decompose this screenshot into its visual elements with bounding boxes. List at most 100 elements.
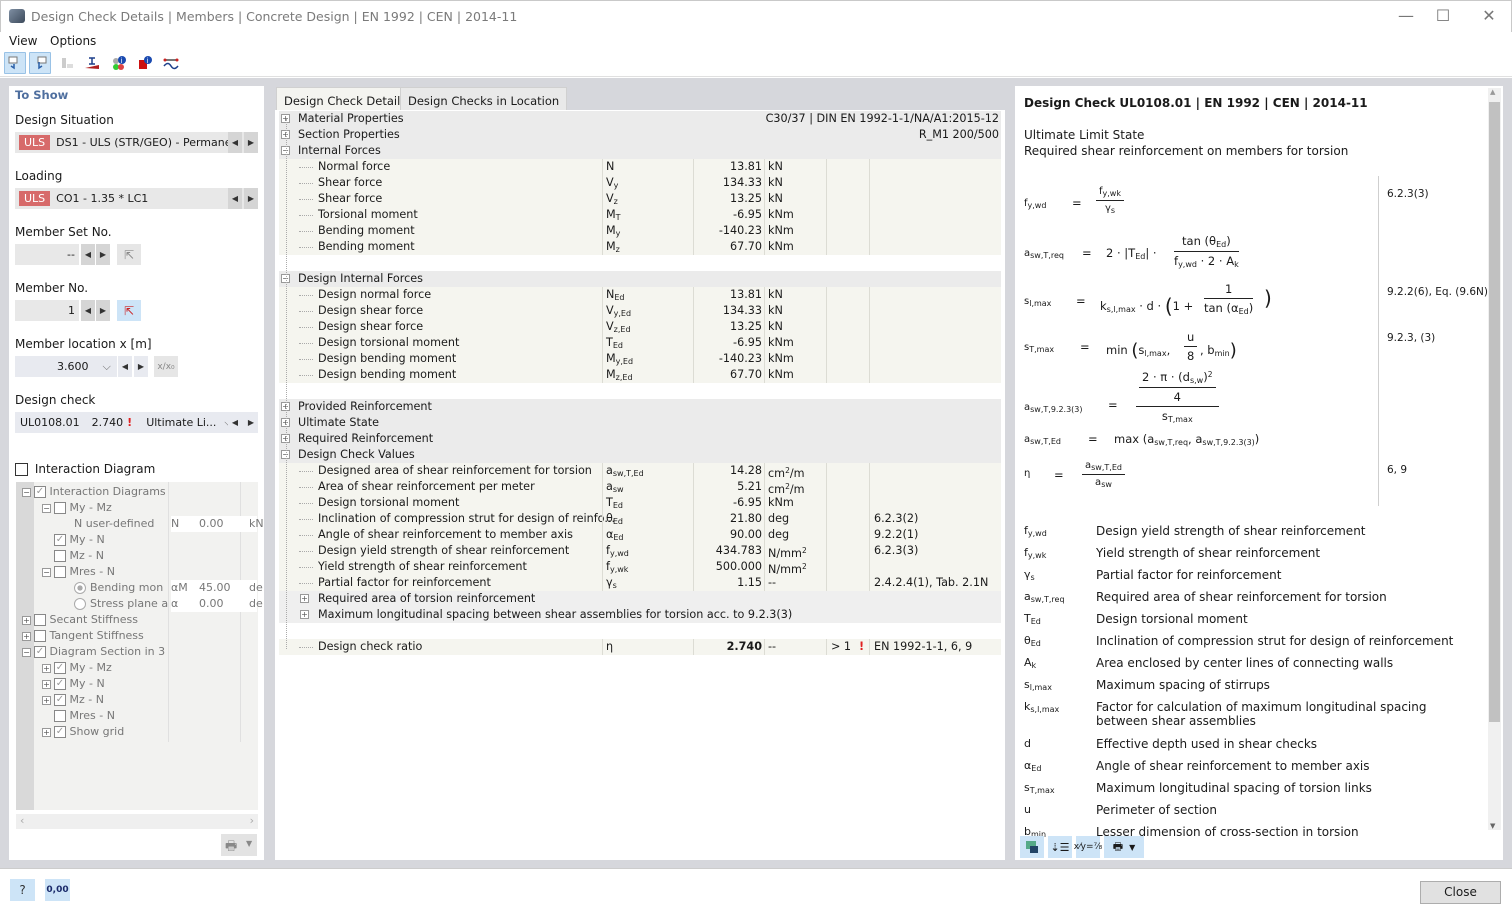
tree-item[interactable]: Mres - N (42, 708, 115, 724)
loading-select[interactable]: ULS CO1 - 1.35 * LC1 ◀ ▶ (15, 188, 258, 209)
design-check-select[interactable]: UL0108.01 2.740 ! Ultimate Li... ⌵ ◀ ▶ (15, 412, 258, 433)
checkbox[interactable]: ✓ (54, 678, 66, 690)
info-colors-icon[interactable]: i (108, 52, 130, 74)
tree-item[interactable]: − My - Mz (42, 500, 112, 516)
member-info-icon[interactable]: i (134, 52, 156, 74)
pick-member-set-icon[interactable]: ⇱ (117, 244, 141, 265)
subsection-header[interactable]: + Maximum longitudinal spacing between sh… (279, 607, 1001, 623)
expand-icon[interactable]: + (42, 663, 51, 673)
section-header[interactable]: + Section Properties R_M1 200/500 (279, 127, 1001, 143)
checkbox[interactable]: ✓ (34, 486, 46, 498)
section-header[interactable]: − Design Internal Forces (279, 271, 1001, 287)
previous-arrow[interactable]: ◀ (81, 244, 95, 265)
tree-item[interactable]: − ✓ Diagram Section in 3 (22, 644, 165, 660)
formula-values-icon[interactable]: x⁄y=⅞ (1074, 836, 1102, 858)
horizontal-scrollbar[interactable]: ‹ › (16, 814, 258, 829)
vertical-scrollbar[interactable]: ▲ ▼ (1488, 88, 1501, 830)
menu-options[interactable]: Options (50, 34, 96, 48)
previous-arrow[interactable]: ◀ (228, 412, 242, 433)
tree-item-value[interactable]: N 0.00 kN (171, 516, 264, 532)
scrollbar-thumb[interactable] (1489, 102, 1500, 722)
value[interactable]: 0.00 (199, 516, 224, 532)
member-set-input[interactable]: -- (15, 244, 79, 265)
previous-arrow[interactable]: ◀ (118, 356, 132, 377)
design-situation-select[interactable]: ULS DS1 - ULS (STR/GEO) - Permane... ◀ ▶ (15, 132, 258, 153)
tree-item[interactable]: − Mres - N (42, 564, 115, 580)
tree-item[interactable]: ✓ My - N (42, 532, 105, 548)
next-arrow[interactable]: ▶ (244, 132, 258, 153)
close-button[interactable]: Close (1420, 881, 1501, 904)
previous-arrow[interactable]: ◀ (81, 300, 95, 321)
expand-icon[interactable]: + (22, 631, 31, 641)
checkbox[interactable]: ✓ (54, 694, 66, 706)
previous-arrow[interactable]: ◀ (228, 132, 242, 153)
section-header[interactable]: + Provided Reinforcement (279, 399, 1001, 415)
expand-icon[interactable]: + (42, 727, 51, 737)
checkbox[interactable]: ✓ (54, 534, 66, 546)
value[interactable]: 45.00 (199, 580, 231, 596)
checkbox[interactable]: ✓ (54, 662, 66, 674)
expand-icon[interactable]: + (42, 695, 51, 705)
checkbox[interactable] (54, 502, 66, 514)
section-header[interactable]: + Required Reinforcement (279, 431, 1001, 447)
member-no-input[interactable]: 1 (15, 300, 79, 321)
tree-item[interactable]: Bending mon (62, 580, 163, 596)
section-header[interactable]: − Internal Forces (279, 143, 1001, 159)
tree-item[interactable]: + ✓ Mz - N (42, 692, 104, 708)
checkbox[interactable] (34, 630, 46, 642)
scroll-left-icon[interactable]: ‹ (20, 814, 24, 827)
maximize-button[interactable]: ☐ (1423, 5, 1463, 27)
member-location-select[interactable]: 3.600 ⌵ (15, 356, 117, 377)
list-icon[interactable] (56, 52, 78, 74)
select-next-icon[interactable] (29, 52, 51, 74)
expand-icon[interactable]: + (42, 679, 51, 689)
expand-icon[interactable]: + (300, 594, 309, 603)
help-icon[interactable]: ? (10, 879, 35, 901)
interaction-diagram-checkbox[interactable] (15, 463, 28, 476)
minimize-button[interactable]: — (1386, 5, 1426, 27)
tree-item[interactable]: N user-defined (62, 516, 154, 532)
next-arrow[interactable]: ▶ (96, 244, 110, 265)
radio-button[interactable] (74, 582, 86, 594)
checkbox[interactable] (54, 550, 66, 562)
expand-icon[interactable]: + (300, 610, 309, 619)
interaction-diagram-toggle[interactable]: Interaction Diagram (15, 462, 155, 476)
collapse-icon[interactable]: − (22, 487, 31, 497)
reinforcement-icon[interactable] (160, 52, 182, 74)
export-image-icon[interactable] (1020, 836, 1044, 858)
numbered-list-icon[interactable]: ⇣☰ (1048, 836, 1072, 858)
pick-member-icon[interactable]: ⇱ (117, 300, 141, 321)
scroll-up-icon[interactable]: ▲ (1490, 88, 1495, 96)
tree-item[interactable]: − ✓ Interaction Diagrams (22, 484, 166, 500)
section-header[interactable]: − Design Check Values (279, 447, 1001, 463)
print-dropdown-button[interactable]: 🖶 ▼ (1104, 836, 1144, 858)
print-button[interactable]: 🖶 ▼ (221, 834, 257, 856)
next-arrow[interactable]: ▶ (244, 188, 258, 209)
section-header[interactable]: + Ultimate State (279, 415, 1001, 431)
units-decimals-button[interactable]: 0,00 (45, 879, 70, 901)
collapse-icon[interactable]: − (42, 567, 51, 577)
tree-item[interactable]: + ✓ Show grid (42, 724, 124, 740)
tree-item-value[interactable]: α 0.00 de (171, 596, 263, 612)
select-previous-icon[interactable] (4, 52, 26, 74)
tree-item[interactable]: + ✓ My - Mz (42, 660, 112, 676)
checkbox[interactable] (54, 566, 66, 578)
checkbox[interactable]: ✓ (54, 726, 66, 738)
next-arrow[interactable]: ▶ (96, 300, 110, 321)
section-icon[interactable] (81, 52, 103, 74)
tree-item[interactable]: Mz - N (42, 548, 104, 564)
next-arrow[interactable]: ▶ (134, 356, 148, 377)
scroll-right-icon[interactable]: › (250, 814, 254, 827)
close-window-button[interactable]: ✕ (1469, 5, 1509, 27)
previous-arrow[interactable]: ◀ (228, 188, 242, 209)
tree-item[interactable]: Stress plane a (62, 596, 168, 612)
collapse-icon[interactable]: − (22, 647, 31, 657)
tree-item[interactable]: + ✓ My - N (42, 676, 105, 692)
tree-item[interactable]: + Tangent Stiffness (22, 628, 144, 644)
tab-design-check-details[interactable]: Design Check Details (276, 87, 415, 110)
value[interactable]: 0.00 (199, 596, 224, 612)
collapse-icon[interactable]: − (42, 503, 51, 513)
next-arrow[interactable]: ▶ (244, 412, 258, 433)
tree-item-value[interactable]: αM 45.00 de (171, 580, 263, 596)
relative-location-button[interactable]: x/x₀ (154, 356, 178, 377)
